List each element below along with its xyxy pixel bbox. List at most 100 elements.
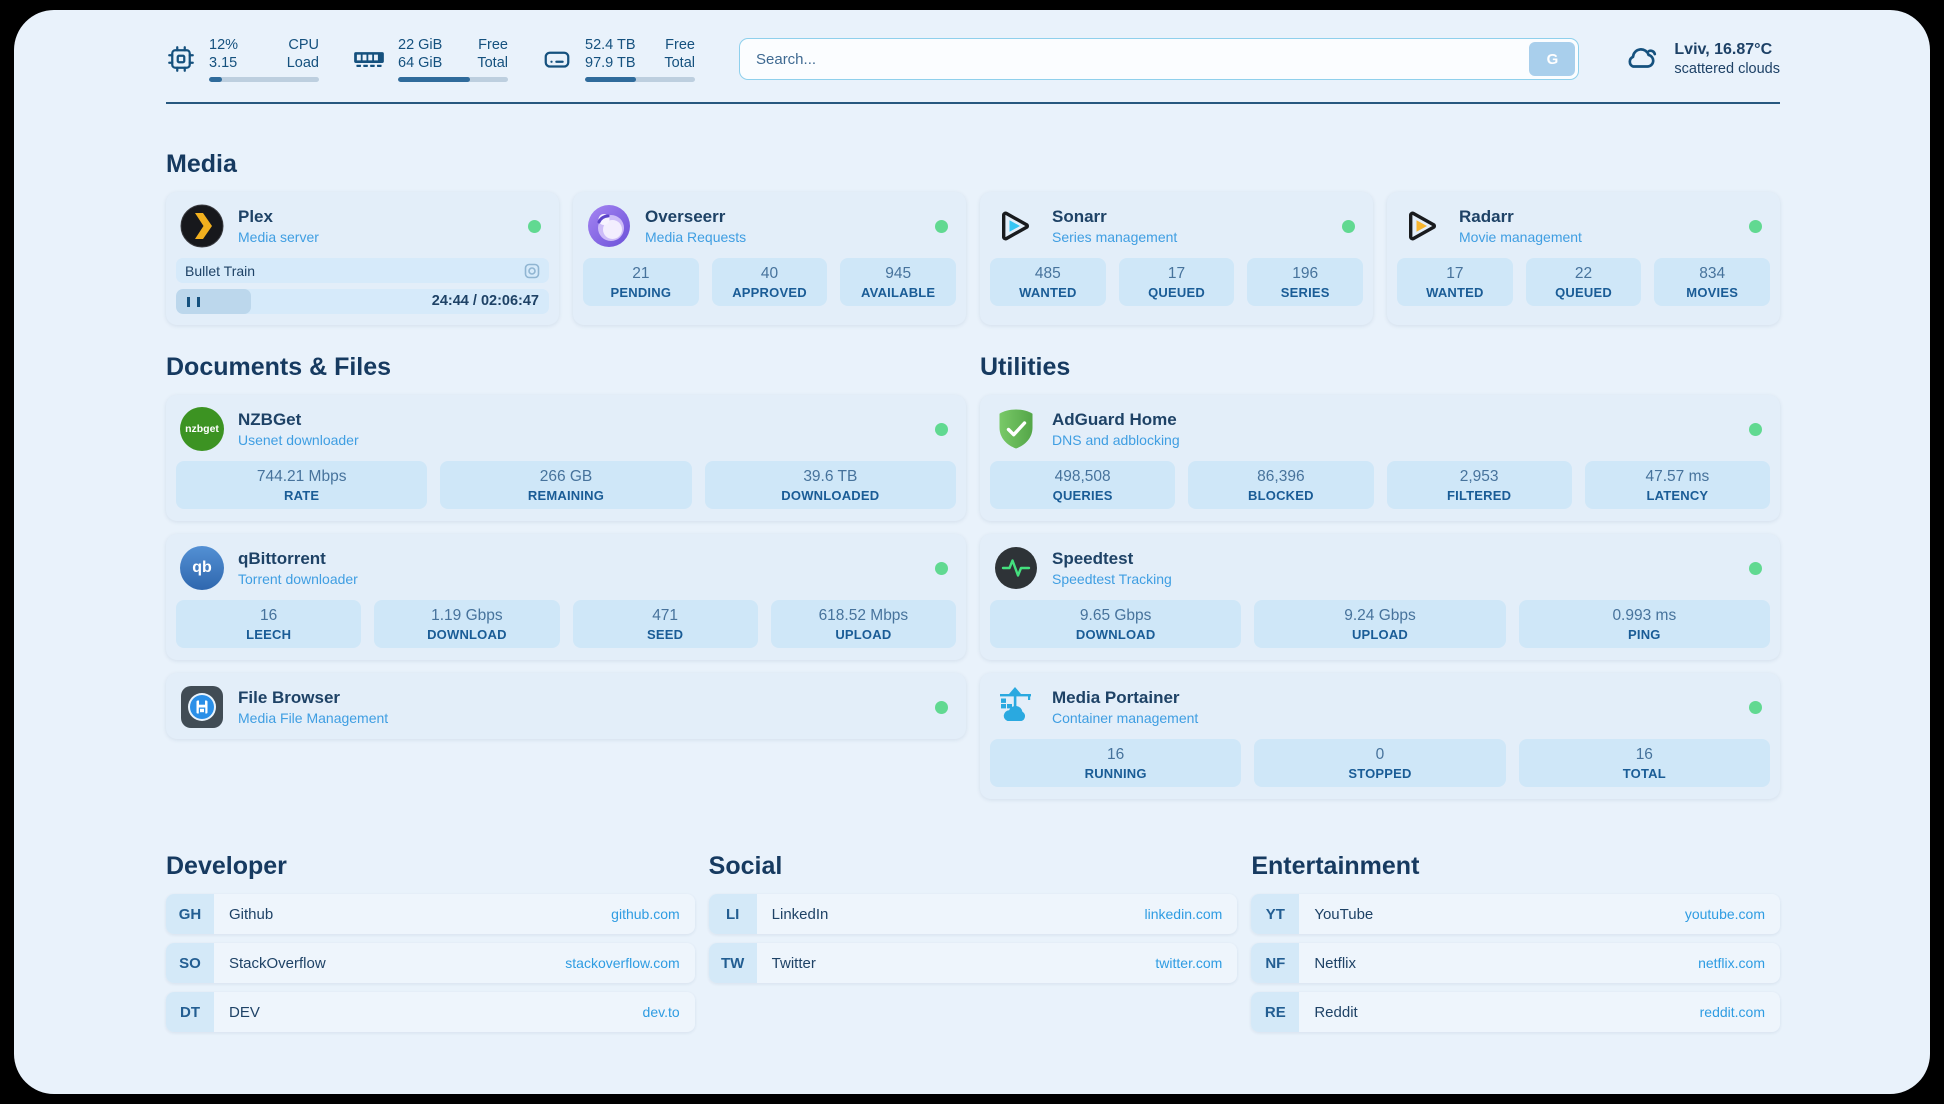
stat-pending: 21PENDING (583, 258, 699, 306)
app-card-qbittorrent[interactable]: qb qBittorrent Torrent downloader 16LEEC… (166, 534, 966, 660)
app-card-sonarr[interactable]: Sonarr Series management 485WANTED 17QUE… (980, 192, 1373, 325)
stat-queries: 498,508QUERIES (990, 461, 1175, 509)
app-title: Media Portainer (1052, 688, 1198, 708)
app-title: File Browser (238, 688, 388, 708)
memory-icon (353, 46, 385, 72)
bookmark-name: Netflix (1314, 955, 1356, 972)
pause-icon[interactable] (187, 297, 200, 307)
disk-label2: Total (664, 54, 695, 72)
memory-total: 64 GiB (398, 54, 442, 72)
stat-total: 16TOTAL (1519, 739, 1770, 787)
stat-approved: 40APPROVED (712, 258, 828, 306)
search-engine-button[interactable]: G (1529, 42, 1575, 76)
stat-download: 9.65 GbpsDOWNLOAD (990, 600, 1241, 648)
stat-wanted: 485WANTED (990, 258, 1106, 306)
media-section-title: Media (166, 150, 1780, 179)
bookmark-dev[interactable]: DT DEV dev.to (166, 992, 695, 1032)
app-title: Overseerr (645, 207, 746, 227)
developer-section-title: Developer (166, 852, 695, 881)
bookmark-abbr: RE (1251, 992, 1299, 1032)
memory-progress-bar (398, 77, 508, 82)
app-card-filebrowser[interactable]: File Browser Media File Management (166, 673, 966, 739)
app-subtitle: Movie management (1459, 229, 1582, 245)
app-card-adguard[interactable]: AdGuard Home DNS and adblocking 498,508Q… (980, 395, 1780, 521)
bookmark-netflix[interactable]: NF Netflix netflix.com (1251, 943, 1780, 983)
bookmark-url: youtube.com (1685, 906, 1765, 922)
plex-logo-icon (180, 204, 224, 248)
stat-rate: 744.21 MbpsRATE (176, 461, 427, 509)
memory-label1: Free (478, 36, 508, 54)
app-card-portainer[interactable]: Media Portainer Container management 16R… (980, 673, 1780, 799)
bookmark-linkedin[interactable]: LI LinkedIn linkedin.com (709, 894, 1238, 934)
system-stats: 12%3.15 CPULoad 22 GiB64 GiB FreeTotal (166, 36, 695, 82)
section-documents: Documents & Files nzbget NZBGet Usenet d… (166, 353, 966, 752)
stat-running: 16RUNNING (990, 739, 1241, 787)
section-utilities: Utilities AdGuard Home DNS and adblockin… (980, 353, 1780, 812)
disk-total: 97.9 TB (585, 54, 636, 72)
bookmark-name: Twitter (772, 955, 816, 972)
bookmark-abbr: TW (709, 943, 757, 983)
app-subtitle: Usenet downloader (238, 432, 359, 448)
app-card-plex[interactable]: Plex Media server Bullet Train (166, 192, 559, 325)
bookmark-stackoverflow[interactable]: SO StackOverflow stackoverflow.com (166, 943, 695, 983)
overseerr-logo-icon (587, 204, 631, 248)
app-title: NZBGet (238, 410, 359, 430)
bookmark-url: netflix.com (1698, 955, 1765, 971)
sonarr-logo-icon (994, 204, 1038, 248)
now-playing-time: 24:44 / 02:06:47 (432, 289, 539, 314)
stat-blocked: 86,396BLOCKED (1188, 461, 1373, 509)
weather-condition: scattered clouds (1674, 61, 1780, 77)
app-title: AdGuard Home (1052, 410, 1180, 430)
disk-stat-widget: 52.4 TB97.9 TB FreeTotal (542, 36, 695, 82)
bookmark-abbr: SO (166, 943, 214, 983)
bookmark-abbr: DT (166, 992, 214, 1032)
bookmark-name: StackOverflow (229, 955, 326, 972)
weather-location-temp: Lviv, 16.87°C (1674, 41, 1780, 59)
app-card-speedtest[interactable]: Speedtest Speedtest Tracking 9.65 GbpsDO… (980, 534, 1780, 660)
app-subtitle: Media File Management (238, 710, 388, 726)
now-playing-title-row: Bullet Train (176, 258, 549, 283)
app-subtitle: Media server (238, 229, 319, 245)
bookmark-youtube[interactable]: YT YouTube youtube.com (1251, 894, 1780, 934)
status-dot (935, 562, 948, 575)
app-title: Plex (238, 207, 319, 227)
stat-upload: 9.24 GbpsUPLOAD (1254, 600, 1505, 648)
bookmark-name: Reddit (1314, 1004, 1357, 1021)
stat-queued: 22QUEUED (1526, 258, 1642, 306)
memory-free: 22 GiB (398, 36, 442, 54)
filebrowser-logo-icon (180, 685, 224, 729)
stat-movies: 834MOVIES (1654, 258, 1770, 306)
dashboard-page: 12%3.15 CPULoad 22 GiB64 GiB FreeTotal (14, 10, 1930, 1094)
cpu-label1: CPU (288, 36, 319, 54)
status-dot (935, 701, 948, 714)
app-subtitle: Media Requests (645, 229, 746, 245)
stat-leech: 16LEECH (176, 600, 361, 648)
qbittorrent-logo-icon: qb (180, 546, 224, 590)
search-input[interactable] (739, 38, 1579, 80)
stat-seed: 471SEED (573, 600, 758, 648)
bookmark-github[interactable]: GH Github github.com (166, 894, 695, 934)
cpu-stat-widget: 12%3.15 CPULoad (166, 36, 319, 82)
bookmark-abbr: LI (709, 894, 757, 934)
app-card-radarr[interactable]: Radarr Movie management 17WANTED 22QUEUE… (1387, 192, 1780, 325)
status-dot (935, 423, 948, 436)
now-playing-progress[interactable]: 24:44 / 02:06:47 (176, 289, 549, 314)
portainer-logo-icon (994, 685, 1038, 729)
app-card-nzbget[interactable]: nzbget NZBGet Usenet downloader 744.21 M… (166, 395, 966, 521)
bookmark-twitter[interactable]: TW Twitter twitter.com (709, 943, 1238, 983)
status-dot (1749, 220, 1762, 233)
disk-icon (542, 44, 572, 74)
bookmark-abbr: NF (1251, 943, 1299, 983)
bookmark-group-social: Social LI LinkedIn linkedin.com TW Twitt… (709, 852, 1238, 992)
disk-free: 52.4 TB (585, 36, 636, 54)
bookmark-url: linkedin.com (1145, 906, 1223, 922)
app-subtitle: DNS and adblocking (1052, 432, 1180, 448)
bookmark-url: reddit.com (1700, 1004, 1765, 1020)
app-title: qBittorrent (238, 549, 358, 569)
bookmark-url: dev.to (643, 1004, 680, 1020)
weather-widget[interactable]: Lviv, 16.87°C scattered clouds (1623, 41, 1780, 77)
bookmark-reddit[interactable]: RE Reddit reddit.com (1251, 992, 1780, 1032)
app-card-overseerr[interactable]: Overseerr Media Requests 21PENDING 40APP… (573, 192, 966, 325)
disk-label1: Free (665, 36, 695, 54)
utilities-section-title: Utilities (980, 353, 1780, 382)
